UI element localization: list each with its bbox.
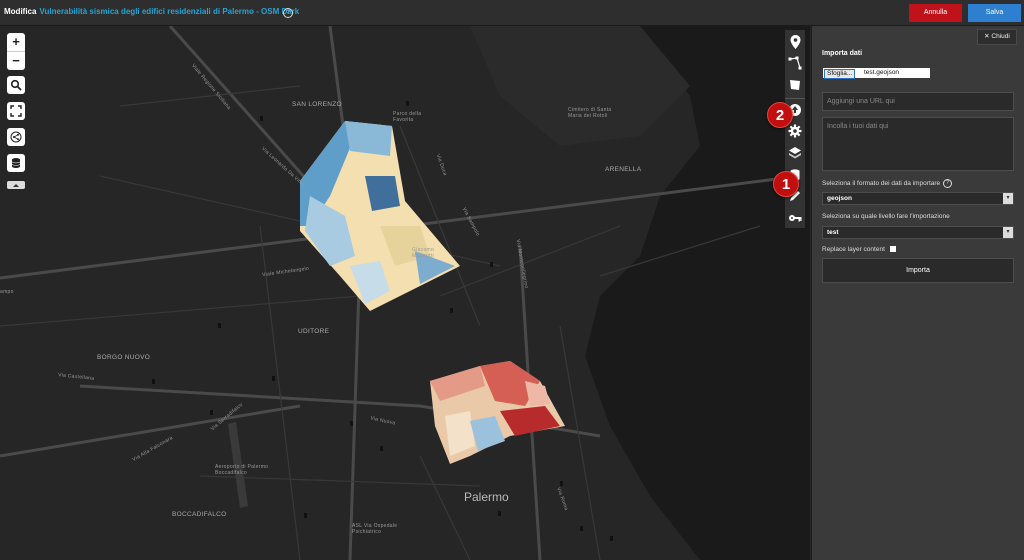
manage-layers-button[interactable]	[787, 145, 803, 161]
browse-button[interactable]: Sfoglia...	[824, 69, 856, 79]
cancel-button[interactable]: Annulla	[909, 4, 962, 22]
data-layer-south	[430, 361, 565, 464]
layer-field-label: Seleziona su quale livello fare l'import…	[822, 213, 950, 220]
map-label-aeroporto: Aeroporto di Palermo Boccadifalco	[215, 464, 269, 476]
layers-icon	[789, 147, 801, 159]
draw-marker-button[interactable]	[787, 34, 803, 50]
format-select-value: geojson	[827, 195, 852, 202]
help-icon[interactable]: ?	[283, 8, 293, 18]
chevron-down-icon: ▾	[1003, 193, 1013, 204]
map-label-uditore: UDITORE	[298, 328, 330, 335]
close-panel-button[interactable]: ✕ Chiudi	[977, 29, 1017, 45]
top-bar: Modifica Vulnerabilità sismica degli edif…	[0, 0, 1024, 26]
map-label-boccadifalco: BOCCADIFALCO	[172, 511, 227, 518]
share-icon	[10, 131, 22, 143]
step-marker-1: 1	[773, 171, 799, 197]
fullscreen-icon	[10, 105, 22, 117]
share-button[interactable]	[7, 128, 25, 146]
draw-polygon-button[interactable]	[787, 77, 803, 93]
map-label-arenella: ARENELLA	[605, 166, 642, 173]
map-base	[0, 26, 810, 560]
zoom-control: + −	[7, 33, 25, 70]
map-label-asl: ASL Via Ospedale Psichiatrico	[352, 523, 398, 535]
layer-select-value: test	[827, 229, 839, 236]
marker-icon	[790, 35, 800, 49]
polygon-icon	[790, 80, 800, 90]
replace-content-label: Replace layer content	[822, 246, 885, 253]
format-select[interactable]: geojson ▾	[822, 192, 1014, 205]
step-marker-2: 2	[767, 102, 793, 128]
data-browser-button[interactable]	[7, 154, 25, 172]
polyline-icon	[788, 56, 802, 70]
format-field-label: Seleziona il formato dei dati da importa…	[822, 179, 953, 188]
fullscreen-button[interactable]	[7, 102, 25, 120]
selected-file-name: test.geojson	[864, 69, 900, 76]
chevron-up-icon	[13, 183, 19, 187]
import-panel: ✕ Chiudi Importa dati Sfoglia... test.ge…	[811, 26, 1024, 560]
close-label: Chiudi	[991, 33, 1010, 40]
format-help-icon[interactable]: ?	[943, 179, 953, 188]
url-input[interactable]: Aggiungi una URL qui	[822, 92, 1014, 111]
search-icon	[10, 79, 22, 91]
chevron-down-icon: ▾	[1003, 227, 1013, 238]
map-label-san-lorenzo: SAN LORENZO	[292, 101, 342, 108]
replace-content-field: Replace layer content	[822, 246, 896, 253]
zoom-in-button[interactable]: +	[7, 33, 25, 51]
map-label-palermo: Palermo	[464, 490, 509, 504]
zoom-out-button[interactable]: −	[7, 51, 25, 70]
replace-content-checkbox[interactable]	[889, 246, 896, 253]
map-canvas[interactable]: SAN LORENZO ARENELLA UDITORE BORGO NUOVO…	[0, 26, 810, 560]
map-label-cimitero: Cimitero di Santa Maria dei Rotoli	[568, 107, 612, 119]
map-label-matteotti: Giacomo Matteotti	[412, 247, 435, 259]
paste-data-textarea[interactable]: Incolla i tuoi dati qui	[822, 117, 1014, 171]
map-label-borgo-nuovo: BORGO NUOVO	[97, 354, 151, 361]
edit-toolbar	[785, 30, 805, 228]
key-icon	[789, 215, 802, 222]
search-button[interactable]	[7, 76, 25, 94]
map-label-campo: ampo	[0, 289, 14, 295]
save-button[interactable]: Salva	[968, 4, 1021, 22]
mode-label: Modifica	[4, 7, 37, 16]
panel-title: Importa dati	[822, 50, 863, 57]
page-title: Modifica Vulnerabilità sismica degli edif…	[4, 7, 299, 16]
permissions-button[interactable]	[787, 210, 803, 226]
map-label-favorita: Parco della Favorita	[393, 111, 422, 123]
database-icon	[11, 158, 21, 168]
gear-icon	[788, 124, 802, 138]
import-button[interactable]: Importa	[822, 258, 1014, 283]
draw-line-button[interactable]	[787, 55, 803, 71]
format-label-text: Seleziona il formato dei dati da importa…	[822, 180, 941, 188]
layer-select[interactable]: test ▾	[822, 226, 1014, 239]
file-input[interactable]: Sfoglia... test.geojson	[823, 68, 930, 79]
map-settings-button[interactable]	[787, 123, 803, 139]
collapse-controls-button[interactable]	[7, 181, 25, 189]
map-title[interactable]: Vulnerabilità sismica degli edifici resi…	[39, 7, 299, 16]
